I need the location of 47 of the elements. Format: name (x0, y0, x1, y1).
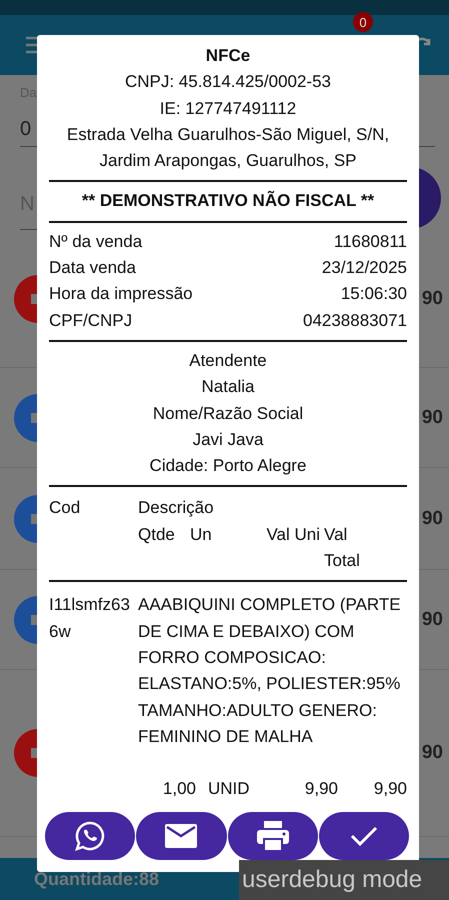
printer-icon (256, 820, 290, 852)
column-header: Val Uni (265, 524, 320, 546)
column-header: Val Total (324, 524, 361, 572)
share-button[interactable] (45, 812, 136, 860)
receipt-info-line: Cidade: Porto Alegre (150, 455, 306, 478)
quantity-total: Quantidade:88 (34, 868, 160, 890)
receipt-info-line: Nome/Razão Social (152, 402, 304, 425)
check-icon (348, 825, 379, 847)
field-label: Hora da impressão (49, 283, 193, 306)
column-header: Descrição (138, 498, 214, 518)
row-amount: 90 (422, 742, 443, 764)
item-quantity: 1,00 (162, 778, 196, 800)
date-field[interactable]: 0 (20, 118, 32, 141)
chat-phone-icon (74, 820, 106, 852)
item-total: 9,90 (372, 778, 407, 800)
email-button[interactable] (136, 812, 226, 860)
envelope-icon (164, 823, 198, 849)
print-button[interactable] (228, 812, 318, 860)
row-amount: 90 (422, 406, 443, 428)
column-header: Un (190, 524, 213, 546)
debug-mode-label: userdebug mode (241, 865, 424, 895)
receipt-title: NFCe (206, 45, 250, 67)
field-label: Data venda (49, 257, 136, 280)
column-header: Qtde (138, 524, 176, 546)
receipt-info-line: Atendente (189, 350, 267, 372)
column-header: Cod (49, 497, 82, 520)
row-amount: 90 (422, 608, 443, 630)
row-amount: 90 (422, 288, 443, 310)
receipt-info-line: Javi Java (192, 428, 264, 451)
row-amount: 90 (422, 508, 443, 530)
receipt-header-line: IE: 127747491112 (160, 98, 296, 120)
confirm-button[interactable] (318, 812, 409, 860)
disclaimer-heading: ** DEMONSTRATIVO NÃO FISCAL ** (80, 190, 376, 212)
field-value: 23/12/2025 (322, 257, 407, 280)
item-description: AAABIQUINI COMPLETO (PARTE DE CIMA E DEBAIXO) COM FORRO COMPOSICAO: ELASTANO:5%, POLIESTER:95% TAMANHO:ADULTO GENERO: FEMININO DE MALHA (138, 594, 402, 748)
receipt-info-line: Natalia (202, 376, 254, 398)
item-unit: UNID (207, 778, 251, 800)
field-value: 15:06:30 (340, 283, 407, 306)
field-value: 11680811 (334, 230, 407, 253)
item-code: I11lsmfz636w (49, 594, 131, 643)
notification-badge: 0 (353, 12, 373, 32)
field-label: CPF/CNPJ (49, 310, 132, 332)
receipt-header-line: Estrada Velha Guarulhos-São Miguel, S/N, Jardim Arapongas, Guarulhos, SP (66, 124, 390, 172)
receipt-header-line: CNPJ: 45.814.425/0002-53 (124, 71, 332, 94)
field-label: Nº da venda (49, 230, 142, 253)
item-unit-price: 9,90 (304, 778, 338, 800)
field-value: 04238883071 (302, 310, 407, 332)
